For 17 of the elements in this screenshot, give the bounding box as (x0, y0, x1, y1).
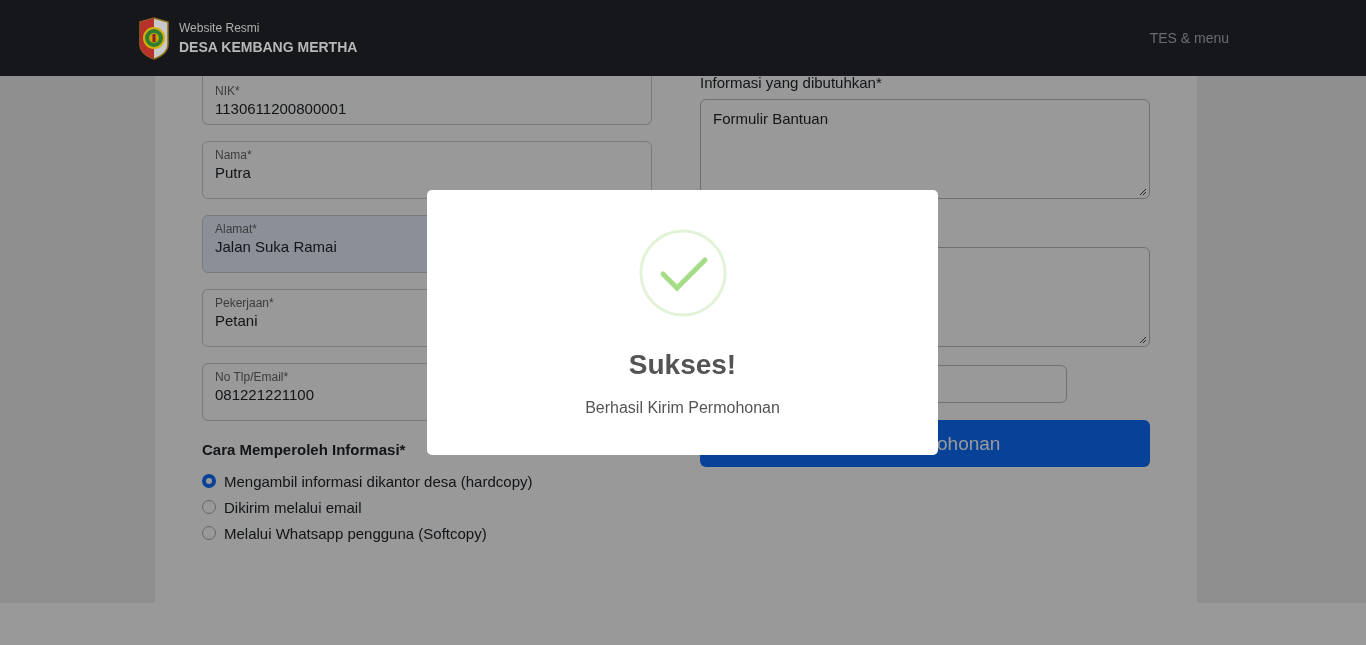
field-value: 081221221100 (215, 386, 315, 403)
dialog-title: Sukses! (628, 349, 737, 381)
field-value: Petani (215, 312, 259, 329)
dialog-message: Berhasil Kirim Permohonan (585, 399, 780, 417)
field-label: Nama* (215, 148, 253, 162)
field-label: NIK* (215, 84, 241, 98)
field-label: Informasi yang dibutuhkan* (700, 74, 883, 93)
site-title: DESA KEMBANG MERTHA (179, 39, 358, 55)
field-label: Pekerjaan* (215, 296, 275, 310)
field-label: No Tlp/Email* (215, 370, 290, 384)
field-value: Formulir Bantuan (713, 110, 829, 127)
field-value: Putra (215, 164, 252, 181)
section-heading: Cara Memperoleh Informasi* (202, 441, 406, 458)
field-label: Alamat* (215, 222, 259, 236)
field-value: Jalan Suka Ramai (215, 238, 338, 255)
site-subtitle: Website Resmi (179, 21, 261, 35)
field-value: 1130611200800001 (215, 100, 348, 117)
